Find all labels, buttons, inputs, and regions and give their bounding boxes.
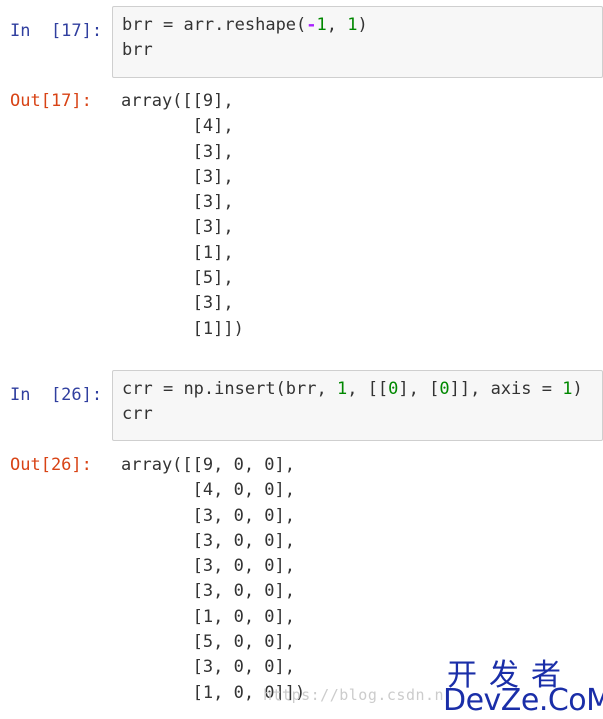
code-token: 0 <box>439 379 450 399</box>
output-line: [3, 0, 0], <box>121 581 295 602</box>
output-prompt: Out[26]: <box>10 455 92 475</box>
code-token: 1 <box>562 379 573 399</box>
code-token: 0 <box>388 379 399 399</box>
site-logo: 开发者 DevZe.CoM <box>443 650 603 718</box>
code-token: ) <box>572 379 583 399</box>
code-input-area[interactable]: crr = np.insert(brr, 1, [[0], [0]], axis… <box>112 370 603 441</box>
output-line: [3, 0, 0], <box>121 556 295 577</box>
output-line: [3, 0, 0], <box>121 657 295 678</box>
output-line: [3, 0, 0], <box>121 505 295 526</box>
output-line: [3, 0, 0], <box>121 530 295 551</box>
code-token: = <box>162 379 174 399</box>
code-token: crr <box>122 404 153 424</box>
watermark-url: https://blog.csdn.n <box>263 686 445 704</box>
code-token: np.insert(brr, <box>173 379 337 399</box>
code-token: 1 <box>336 379 348 399</box>
output-line: [4, 0, 0], <box>121 480 295 501</box>
output-line: array([[9, 0, 0], <box>121 455 295 475</box>
notebook-cell-26[interactable]: In [26]: crr = np.insert(brr, 1, [[0], [… <box>0 0 603 719</box>
output-line: [1, 0, 0], <box>121 606 295 627</box>
code-token: ], [ <box>398 379 440 399</box>
logo-english-text: DevZe.CoM <box>443 683 603 718</box>
code-token: , [[ <box>347 379 389 399</box>
code-token: crr <box>122 379 163 399</box>
output-area: array([[9, 0, 0], [4, 0, 0], [3, 0, 0], … <box>121 453 305 706</box>
code-token: = <box>541 379 552 399</box>
code-token: ]], axis <box>449 379 542 399</box>
input-prompt: In [26]: <box>10 385 103 405</box>
output-line: [5, 0, 0], <box>121 632 295 653</box>
code-line: crr = np.insert(brr, 1, [[0], [0]], axis… <box>122 377 602 402</box>
code-line: crr <box>122 402 602 427</box>
